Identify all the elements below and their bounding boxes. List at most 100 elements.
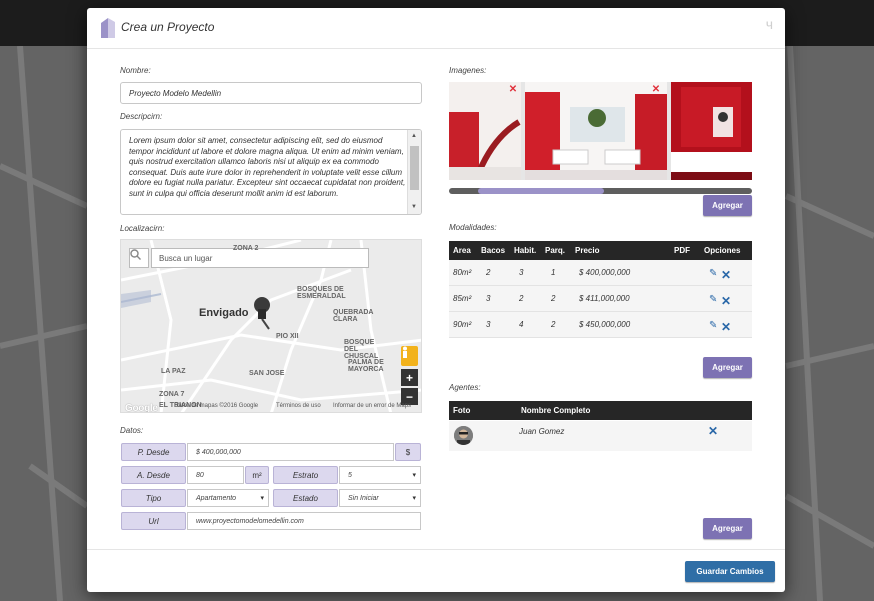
scroll-down-icon[interactable]: ▼ <box>411 204 417 210</box>
cell-parq: 2 <box>551 320 556 329</box>
cell-precio: $ 411,000,000 <box>579 294 630 303</box>
url-label: Url <box>121 512 186 530</box>
a-desde-label: A. Desde <box>121 466 186 484</box>
close-icon[interactable]: ч <box>766 16 773 32</box>
agent-row: Juan Gomez ✕ <box>449 421 752 451</box>
cell-precio: $ 400,000,000 <box>579 268 631 277</box>
col-parq: Parq. <box>545 246 566 255</box>
zoom-in-button[interactable]: + <box>401 369 418 386</box>
descripcion-scrollbar[interactable]: ▲ ▼ <box>407 130 421 214</box>
p-desde-input[interactable]: $ 400,000,000 <box>187 443 394 461</box>
map-place-label: SAN JOSE <box>249 370 285 377</box>
descripcion-textarea[interactable]: Lorem ipsum dolor sit amet, consectetur … <box>120 129 422 215</box>
add-image-button[interactable]: Agregar <box>703 195 752 216</box>
location-map[interactable]: Busca un lugar ZONA 2 BOSQUES DE ESMERAL… <box>120 239 422 413</box>
map-place-label: PIO XII <box>276 333 299 340</box>
nombre-input[interactable]: Proyecto Modelo Medellin <box>120 82 422 104</box>
modalidad-row: 90m² 3 4 2 $ 450,000,000 ✎ ✕ <box>449 312 752 338</box>
descripcion-text: Lorem ipsum dolor sit amet, consectetur … <box>129 136 406 198</box>
delete-x-icon[interactable]: ✕ <box>721 294 731 308</box>
cell-area: 80m² <box>453 268 472 277</box>
cell-banos: 3 <box>486 294 491 303</box>
delete-x-icon[interactable]: ✕ <box>721 320 731 334</box>
avatar <box>454 426 473 445</box>
tipo-select[interactable]: Apartamento <box>187 489 269 507</box>
modalidades-table-header: Area Bacos Habit. Parq. Precio PDF Opcio… <box>449 241 752 260</box>
p-desde-label: P. Desde <box>121 443 186 461</box>
project-photo[interactable] <box>525 82 667 180</box>
delete-x-icon[interactable]: ✕ <box>721 268 731 282</box>
estrato-label: Estrato <box>273 466 338 484</box>
a-desde-input[interactable]: 80 <box>187 466 244 484</box>
modal-header: Crea un Proyecto ч <box>87 8 785 49</box>
agentes-table-header: Foto Nombre Completo <box>449 401 752 420</box>
map-place-label: BOSQUE DEL CHUSCAL <box>344 339 379 360</box>
map-search-input[interactable]: Busca un lugar <box>151 248 369 268</box>
cell-area: 90m² <box>453 320 472 329</box>
delete-photo-icon[interactable]: ✕ <box>650 84 662 96</box>
project-photo[interactable] <box>671 82 752 180</box>
col-nombre: Nombre Completo <box>521 406 591 415</box>
col-opciones: Opciones <box>704 246 741 255</box>
street-view-pegman-icon[interactable] <box>401 346 418 366</box>
modalidades-label: Modalidades: <box>449 223 497 232</box>
cell-habit: 3 <box>519 268 524 277</box>
project-photo[interactable] <box>449 82 521 180</box>
agentes-label: Agentes: <box>449 383 481 392</box>
map-place-label: QUEBRADA CLARA <box>333 309 374 323</box>
map-place-label: LA PAZ <box>161 368 186 375</box>
scroll-thumb[interactable] <box>410 146 419 190</box>
cell-area: 85m² <box>453 294 472 303</box>
edit-pencil-icon[interactable]: ✎ <box>709 294 717 305</box>
google-logo: Google <box>125 403 158 413</box>
map-city-label: Envigado <box>199 307 249 319</box>
gallery-scrollbar[interactable] <box>449 188 752 194</box>
map-place-label: BOSQUES DE ESMERALDAL <box>297 286 346 300</box>
url-input[interactable]: www.proyectomodelomedellin.com <box>187 512 421 530</box>
map-place-label: ZONA 7 <box>159 391 185 398</box>
gallery-scroll-thumb[interactable] <box>478 188 604 194</box>
localizacion-label: Localizacirn: <box>120 224 165 233</box>
estado-select[interactable]: Sin Iniciar <box>339 489 421 507</box>
image-gallery[interactable]: ✕ ✕ <box>449 82 752 180</box>
modal-title: Crea un Proyecto <box>121 20 215 34</box>
modal-footer: Guardar Cambios <box>87 549 785 592</box>
map-data-credit: Datos de mapas ©2016 Google <box>174 403 259 409</box>
col-foto: Foto <box>453 406 471 415</box>
cell-precio: $ 450,000,000 <box>579 320 631 329</box>
delete-photo-icon[interactable]: ✕ <box>507 84 519 96</box>
agent-name: Juan Gomez <box>519 427 565 436</box>
scroll-up-icon[interactable]: ▲ <box>411 133 417 139</box>
col-precio: Precio <box>575 246 600 255</box>
create-project-modal: Crea un Proyecto ч Nombre: Proyecto Mode… <box>87 8 785 592</box>
estado-label: Estado <box>273 489 338 507</box>
edit-pencil-icon[interactable]: ✎ <box>709 268 717 279</box>
edit-pencil-icon[interactable]: ✎ <box>709 320 717 331</box>
add-modalidad-button[interactable]: Agregar <box>703 357 752 378</box>
cell-parq: 1 <box>551 268 556 277</box>
map-report-link[interactable]: Informar de un error de Maps <box>333 403 411 409</box>
col-banos: Bacos <box>481 246 506 255</box>
col-pdf: PDF <box>674 246 690 255</box>
save-changes-button[interactable]: Guardar Cambios <box>685 561 775 582</box>
map-terms-link[interactable]: Términos de uso <box>276 403 321 409</box>
cell-habit: 4 <box>519 320 524 329</box>
descripcion-label: Descripcirn: <box>120 112 163 121</box>
p-desde-unit: $ <box>395 443 421 461</box>
imagenes-label: Imagenes: <box>449 66 487 75</box>
estrato-select[interactable]: 5 <box>339 466 421 484</box>
nombre-label: Nombre: <box>120 66 151 75</box>
a-desde-unit: m² <box>245 466 269 484</box>
col-habit: Habit. <box>514 246 537 255</box>
tipo-label: Tipo <box>121 489 186 507</box>
delete-x-icon[interactable]: ✕ <box>708 424 718 438</box>
cell-banos: 2 <box>486 268 491 277</box>
map-place-label: PALMA DE MAYORCA <box>348 359 384 373</box>
map-footer: Google Datos de mapas ©2016 Google Térmi… <box>121 402 421 412</box>
cell-habit: 2 <box>519 294 524 303</box>
col-area: Area <box>453 246 471 255</box>
add-agent-button[interactable]: Agregar <box>703 518 752 539</box>
modalidad-row: 85m² 3 2 2 $ 411,000,000 ✎ ✕ <box>449 286 752 312</box>
map-search-icon[interactable] <box>129 248 149 268</box>
datos-label: Datos: <box>120 426 144 435</box>
